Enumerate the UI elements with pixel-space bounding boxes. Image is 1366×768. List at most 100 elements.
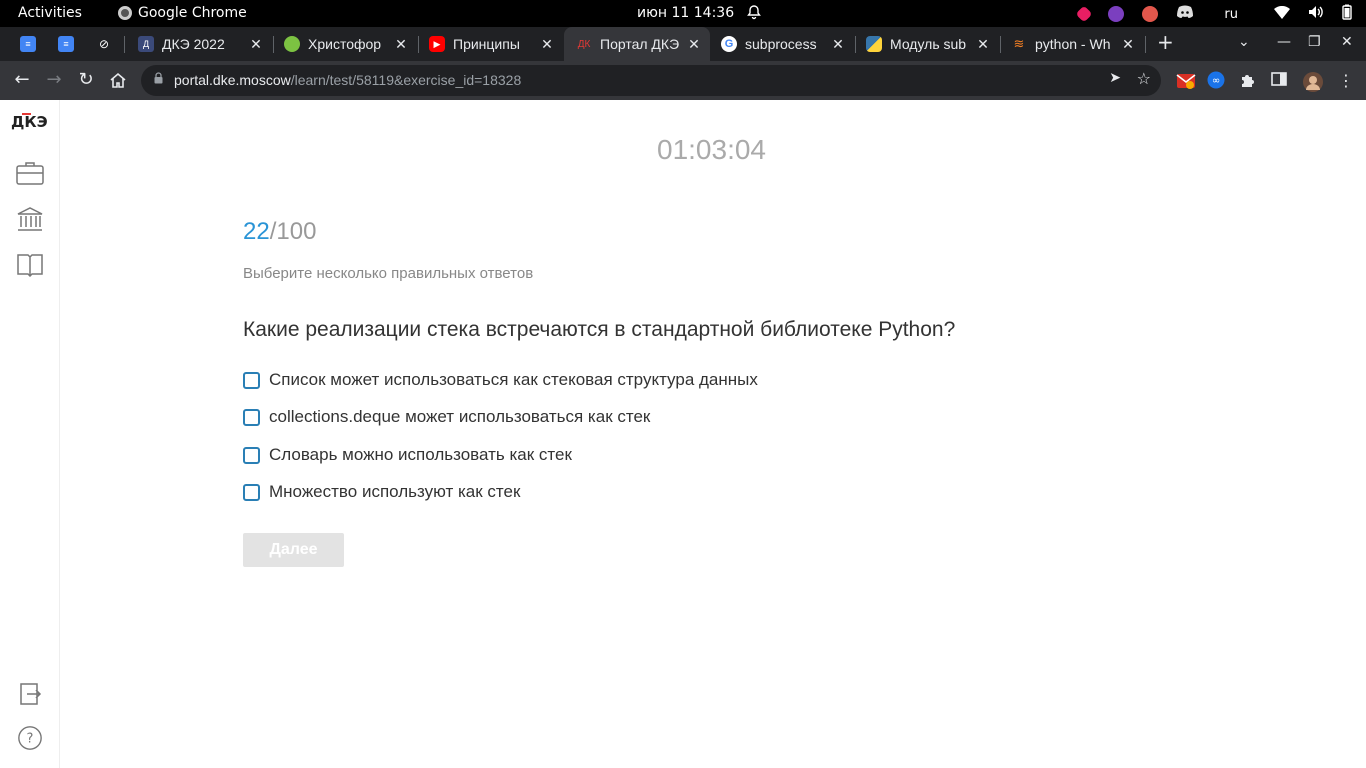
close-tab-icon[interactable]: ✕ — [686, 36, 702, 53]
tab-portal-dke[interactable]: ДК Портал ДКЭ ✕ — [564, 27, 710, 61]
clock[interactable]: июн 11 14:36 — [637, 5, 734, 21]
chrome-icon — [118, 6, 132, 20]
url-text[interactable]: portal.dke.moscow/learn/test/58119&exerc… — [174, 72, 521, 88]
tab-module-sub[interactable]: Модуль sub ✕ — [856, 27, 999, 61]
forward-arrow-icon[interactable]: → — [41, 68, 67, 94]
extension-infinity-icon[interactable]: ∞ — [1207, 71, 1227, 91]
current-question-number: 22 — [243, 218, 270, 245]
dke-icon: Д — [138, 36, 154, 52]
tab-title: Модуль sub — [890, 36, 967, 52]
url-host: portal.dke.moscow — [174, 72, 291, 88]
tab-title: subprocess — [745, 36, 817, 52]
book-icon[interactable] — [16, 251, 44, 277]
tab-pinned-docs-1[interactable]: ≡ — [12, 27, 44, 61]
wifi-icon[interactable] — [1274, 5, 1290, 23]
home-icon[interactable] — [105, 68, 131, 94]
tab-title: ДКЭ 2022 — [162, 36, 225, 52]
tab-pinned-docs-2[interactable]: ≡ — [50, 27, 82, 61]
logout-icon[interactable] — [16, 681, 44, 707]
answer-option-2[interactable]: collections.deque может использоваться к… — [243, 407, 650, 427]
briefcase-icon[interactable] — [16, 160, 44, 186]
app-indicator-icon[interactable] — [1075, 5, 1093, 23]
next-button[interactable]: Далее — [243, 533, 344, 567]
tab-christophor[interactable]: Христофор ✕ — [274, 27, 417, 61]
bookmark-star-icon[interactable]: ☆ — [1137, 69, 1151, 88]
python-icon — [866, 36, 882, 52]
google-icon: G — [721, 36, 737, 52]
system-tray[interactable]: ru — [1075, 4, 1352, 24]
link-icon: ⊘ — [98, 37, 110, 51]
institution-icon[interactable] — [16, 206, 44, 232]
alarm-bell-icon — [746, 4, 762, 24]
answer-checkbox[interactable] — [243, 371, 260, 389]
tab-separator — [1145, 36, 1146, 53]
url-path: /learn/test/58119&exercise_id=18328 — [290, 72, 522, 88]
help-icon[interactable]: ? — [16, 725, 44, 751]
dke-icon: ДК — [577, 38, 591, 50]
keyboard-layout[interactable]: ru — [1224, 7, 1238, 22]
answer-label[interactable]: Список может использоваться как стековая… — [269, 370, 758, 390]
tab-stackoverflow[interactable]: ≋ python - Wh ✕ — [1001, 27, 1144, 61]
minimize-window-icon[interactable]: — — [1277, 34, 1291, 50]
answer-label[interactable]: collections.deque может использоваться к… — [269, 407, 650, 427]
lock-icon[interactable] — [154, 72, 163, 84]
tab-dke-2022[interactable]: Д ДКЭ 2022 ✕ — [128, 27, 272, 61]
logo-text: ДКЭ — [11, 113, 48, 131]
answer-checkbox[interactable] — [243, 483, 260, 501]
question-text: Какие реализации стека встречаются в ста… — [243, 318, 956, 341]
close-tab-icon[interactable]: ✕ — [975, 36, 991, 53]
tab-pinned-link[interactable]: ⊘ — [88, 27, 120, 61]
volume-icon[interactable] — [1308, 5, 1324, 23]
browser-toolbar: ← → ↻ portal.dke.moscow/learn/test/58119… — [0, 61, 1366, 100]
system-top-bar: Activities Google Chrome июн 11 14:36 ru — [0, 0, 1366, 27]
app-menu[interactable]: Google Chrome — [118, 5, 247, 21]
address-bar[interactable]: portal.dke.moscow/learn/test/58119&exerc… — [141, 65, 1161, 96]
answer-option-3[interactable]: Словарь можно использовать как стек — [243, 445, 572, 465]
extensions-puzzle-icon[interactable] — [1239, 71, 1259, 91]
answer-label[interactable]: Словарь можно использовать как стек — [269, 445, 572, 465]
close-tab-icon[interactable]: ✕ — [1120, 36, 1136, 53]
reload-icon[interactable]: ↻ — [73, 68, 99, 94]
back-arrow-icon[interactable]: ← — [9, 68, 35, 94]
discord-icon[interactable] — [1176, 5, 1194, 23]
answer-option-4[interactable]: Множество используют как стек — [243, 482, 520, 502]
close-tab-icon[interactable]: ✕ — [248, 36, 264, 53]
send-to-devices-icon[interactable]: ➤ — [1109, 70, 1121, 86]
app-name: Google Chrome — [138, 5, 247, 21]
side-panel-icon[interactable] — [1271, 71, 1291, 91]
answer-label[interactable]: Множество используют как стек — [269, 482, 520, 502]
answer-checkbox[interactable] — [243, 446, 260, 464]
tab-strip: ≡ ≡ ⊘ Д ДКЭ 2022 ✕ Христофор ✕ ▶ Принцип… — [0, 27, 1366, 61]
docs-icon: ≡ — [58, 36, 74, 52]
tab-search-chevron-icon[interactable]: ⌄ — [1238, 34, 1250, 50]
restore-window-icon[interactable]: ❐ — [1308, 34, 1321, 50]
battery-icon[interactable] — [1342, 4, 1352, 24]
close-tab-icon[interactable]: ✕ — [830, 36, 846, 53]
tab-youtube[interactable]: ▶ Принципы ✕ — [419, 27, 563, 61]
circle-icon — [284, 36, 300, 52]
total-questions: /100 — [269, 218, 317, 245]
extension-gmail-icon[interactable] — [1176, 71, 1196, 91]
youtube-icon: ▶ — [429, 36, 445, 52]
svg-text:?: ? — [27, 732, 34, 747]
question-progress: 22/100 — [243, 218, 316, 246]
answer-option-1[interactable]: Список может использоваться как стековая… — [243, 370, 758, 390]
answer-checkbox[interactable] — [243, 408, 260, 426]
close-tab-icon[interactable]: ✕ — [539, 36, 555, 53]
new-tab-button[interactable]: + — [1157, 30, 1174, 54]
stackoverflow-icon: ≋ — [1013, 36, 1025, 51]
tab-separator — [124, 36, 125, 53]
profile-avatar[interactable] — [1302, 71, 1323, 92]
app-indicator-icon[interactable] — [1108, 6, 1125, 22]
close-window-icon[interactable]: ✕ — [1341, 34, 1353, 50]
chrome-menu-icon[interactable]: ⋮ — [1338, 71, 1358, 91]
logo-accent — [22, 113, 31, 115]
tab-title: python - Wh — [1035, 36, 1111, 52]
test-timer: 01:03:04 — [657, 134, 766, 165]
tab-title: Портал ДКЭ — [600, 36, 680, 52]
dke-logo[interactable]: ДКЭ — [11, 113, 48, 131]
tab-subprocess[interactable]: G subprocess ✕ — [711, 27, 854, 61]
activities-button[interactable]: Activities — [18, 5, 82, 21]
close-tab-icon[interactable]: ✕ — [393, 36, 409, 53]
app-indicator-icon[interactable] — [1142, 6, 1159, 22]
